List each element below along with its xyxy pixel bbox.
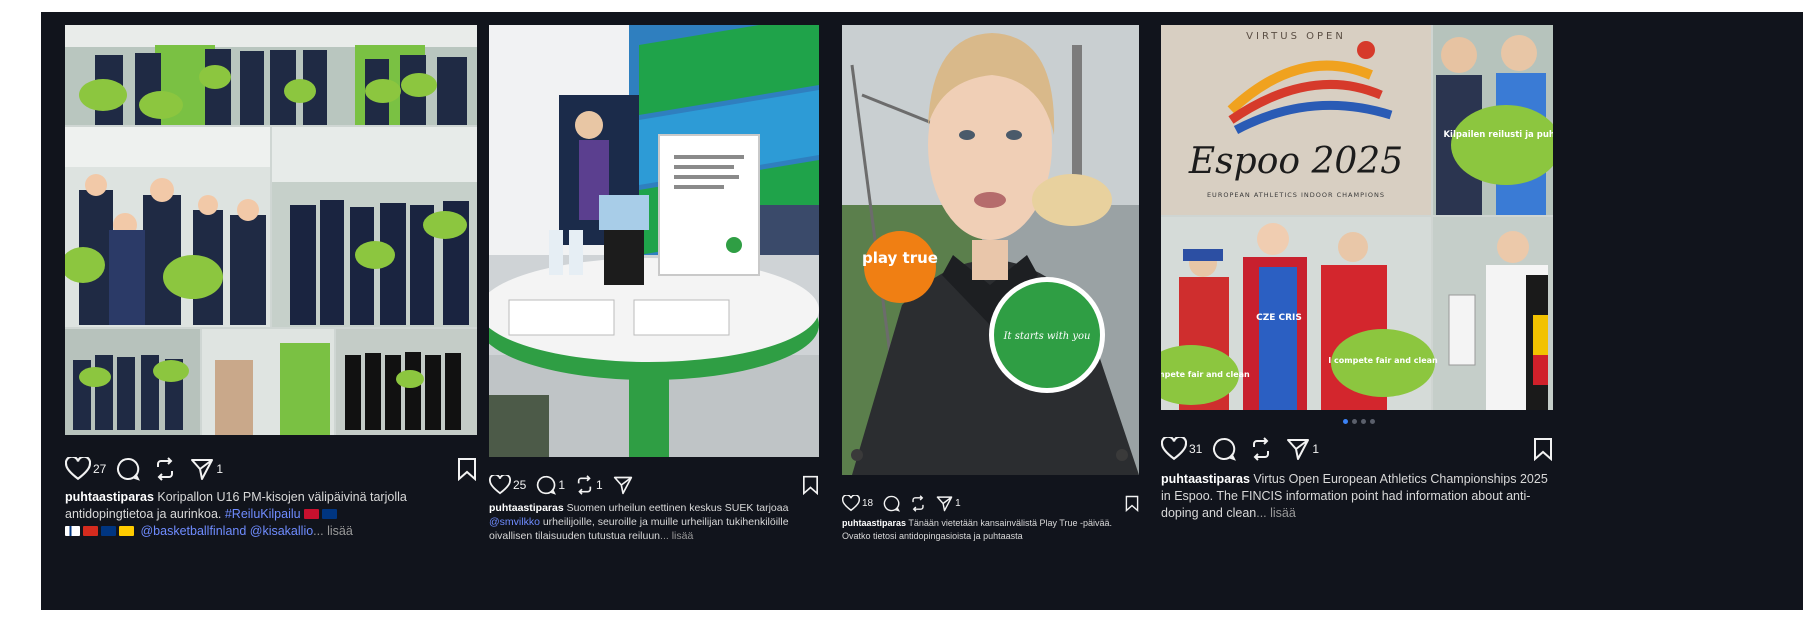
flag-icon [65,526,80,536]
starts-with-you-sticker-text: It starts with you [1003,331,1091,342]
repost-count: 1 [596,478,603,492]
save-button[interactable] [1125,495,1139,512]
post-3-caption: puhtaastiparas Tänään vietetään kansainv… [842,517,1139,545]
username[interactable]: puhtaastiparas [1161,472,1250,486]
comment-button[interactable] [1212,437,1237,461]
send-icon [1287,439,1310,460]
like-count: 31 [1189,442,1203,456]
username[interactable]: puhtaastiparas [65,490,154,504]
post-1: 27 1 puhtaastiparas Koripallon U16 PM-ki… [65,25,477,605]
sign-compete-right-text: I compete fair and clean [1328,356,1438,365]
like-count: 25 [513,478,527,492]
post-1-caption: puhtaastiparas Koripallon U16 PM-kisojen… [65,489,477,543]
bookmark-icon [458,458,476,481]
like-count: 18 [862,497,874,509]
event-banner-sub: EUROPEAN ATHLETICS INDOOR CHAMPIONS [1207,191,1385,199]
share-count: 1 [1312,442,1320,456]
repost-icon [157,457,174,481]
heart-icon [65,457,91,481]
heart-icon [1161,437,1187,461]
repost-icon [912,494,924,512]
post-4: VIRTUS OPEN Espoo 2025 EUROPEAN ATHLETIC… [1161,25,1553,605]
flag-icon [322,509,338,519]
more-link[interactable]: ... lisää [660,530,693,542]
save-button[interactable] [1533,437,1553,461]
like-button[interactable] [1161,437,1187,461]
share-button[interactable] [1286,437,1310,461]
flag-icon [83,526,98,536]
comment-button[interactable] [883,495,901,512]
more-link[interactable]: ... lisää [313,524,353,538]
like-button[interactable] [65,457,91,481]
flag-emojis [304,507,340,521]
flag-emojis-row [65,524,140,538]
share-button[interactable] [190,457,214,481]
carousel-dot[interactable] [1370,419,1375,424]
like-count: 27 [93,462,107,476]
share-button[interactable] [613,475,633,495]
post-3: play true It starts with you 18 1 puhtaa… [842,25,1139,605]
post-2-actions: 25 1 1 [489,471,819,499]
share-count: 1 [216,462,224,476]
post-2-caption: puhtaastiparas Suomen urheilun eettinen … [489,501,819,549]
repost-button[interactable] [154,457,176,481]
sign-kilpailen-text: Kilpailen reilusti ja puhtaasti [1443,130,1553,140]
shirt-text: CZE CRIS [1256,313,1302,323]
like-button[interactable] [842,494,860,512]
repost-icon [1253,437,1270,461]
post-4-caption: puhtaastiparas Virtus Open European Athl… [1161,471,1553,525]
post-1-photo[interactable] [65,25,477,435]
bookmark-icon [803,475,818,495]
username[interactable]: puhtaastiparas [842,518,906,528]
heart-icon [842,494,860,511]
send-icon [936,495,953,511]
heart-icon [489,475,511,495]
flag-icon [304,509,320,519]
carousel-dot-active[interactable] [1343,419,1348,424]
hashtag-link[interactable]: #ReiluKilpailu [225,507,301,521]
comment-icon [117,457,141,481]
username[interactable]: puhtaastiparas [489,502,564,514]
bookmark-icon [1534,438,1552,461]
comment-icon [883,495,901,512]
play-true-sticker-text: play true [862,249,938,267]
post-4-actions: 31 1 [1161,435,1553,463]
mention-link[interactable]: @basketballfinland @kisakallio [140,524,313,538]
comment-count: 1 [558,478,566,492]
send-icon [613,476,632,495]
comment-button[interactable] [116,457,141,481]
carousel-dot[interactable] [1361,419,1366,424]
post-3-actions: 18 1 [842,489,1139,517]
repost-button[interactable] [575,475,594,495]
comment-button[interactable] [536,475,557,495]
repost-icon [577,475,592,495]
post-4-photo[interactable]: VIRTUS OPEN Espoo 2025 EUROPEAN ATHLETIC… [1161,25,1553,410]
more-link[interactable]: ... lisää [1256,506,1296,520]
event-banner-top: VIRTUS OPEN [1246,31,1346,42]
repost-button[interactable] [910,494,926,512]
save-button[interactable] [457,457,477,481]
carousel-dots [1343,419,1375,424]
post-2-photo[interactable] [489,25,819,457]
instagram-post-strip: 27 1 puhtaastiparas Koripallon U16 PM-ki… [41,12,1803,610]
flag-icon [119,526,134,536]
carousel-dot[interactable] [1352,419,1357,424]
send-icon [191,459,214,480]
save-button[interactable] [802,475,819,495]
repost-button[interactable] [1250,437,1272,461]
mention-link[interactable]: @smvilkko [489,516,540,528]
post-2: 25 1 1 puhtaastiparas Suomen urheilun ee… [489,25,819,605]
flag-icon [101,526,116,536]
bookmark-icon [1125,495,1139,512]
caption-text: Suomen urheilun eettinen keskus SUEK tar… [563,502,789,514]
comment-icon [1213,437,1237,461]
like-button[interactable] [489,475,511,495]
event-logo-text: Espoo 2025 [1188,141,1403,182]
post-1-actions: 27 1 [65,455,477,483]
post-3-photo[interactable]: play true It starts with you [842,25,1139,475]
comment-icon [537,475,557,495]
share-button[interactable] [936,495,953,512]
share-count: 1 [955,497,961,509]
sign-compete-left-text: I compete fair and clean [1161,370,1250,379]
